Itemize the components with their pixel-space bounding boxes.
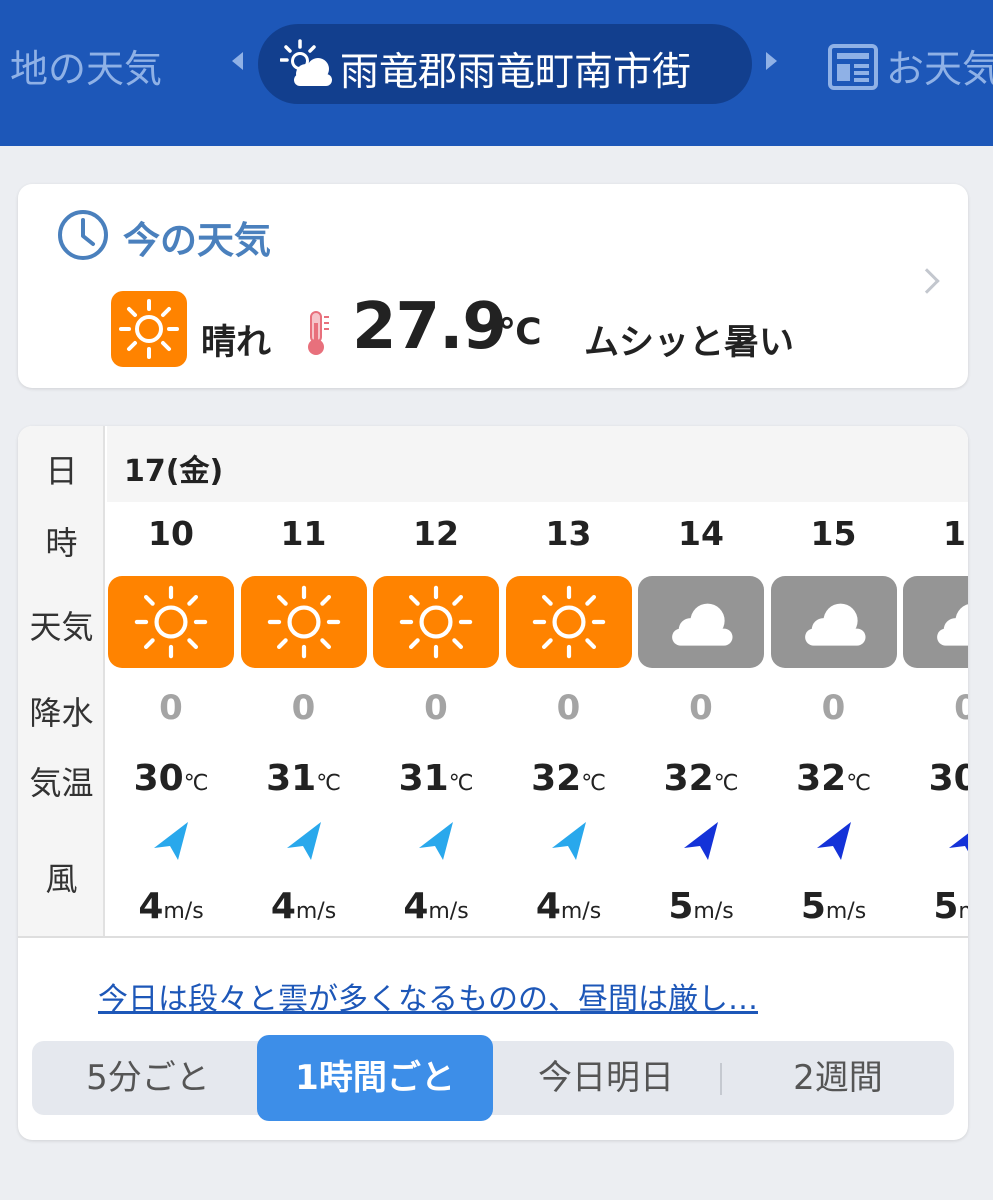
wind-direction-arrow-icon (419, 822, 453, 860)
hour-precip: 0 (689, 688, 713, 728)
hourly-forecast-card: 日 時 天気 降水 気温 風 17(金) 10 0 30℃ 4m/s 11 0 31℃ 4m/… (18, 426, 968, 1140)
thermometer-icon (308, 311, 329, 355)
hour-temp: 31℃ (266, 758, 341, 799)
sunny-icon (240, 576, 367, 668)
hour-time: 11 (280, 514, 327, 553)
current-location-pill[interactable]: 雨竜郡雨竜町南市街 (258, 24, 752, 104)
sunny-icon (505, 576, 632, 668)
label-day: 日 (45, 452, 78, 490)
wind-direction-arrow-icon (684, 822, 718, 860)
hour-precip: 0 (954, 688, 968, 728)
chevron-right-icon[interactable] (914, 268, 940, 294)
sunny-icon (111, 291, 187, 367)
hour-column: 12 0 31℃ 4m/s (373, 426, 499, 936)
hour-precip: 0 (159, 688, 183, 728)
newspaper-icon[interactable] (828, 44, 878, 90)
hour-time: 16 (943, 514, 968, 553)
current-weather-title: 今の天気 (123, 219, 271, 262)
wind-direction-arrow-icon (816, 822, 851, 860)
hour-column: 14 0 32℃ 5m/s (638, 426, 764, 936)
hour-precip: 0 (424, 688, 448, 728)
hour-wind: 4m/s (403, 886, 469, 927)
hour-time: 13 (545, 514, 592, 553)
label-wind: 風 (45, 860, 78, 898)
wind-direction-arrow-icon (154, 822, 188, 860)
row-labels: 日 時 天気 降水 気温 風 (18, 426, 105, 936)
tab-2weeks[interactable]: 2週間 (722, 1041, 954, 1115)
hour-wind: 5m/s (933, 886, 968, 927)
hour-temp: 31℃ (398, 758, 474, 799)
clock-icon (58, 210, 108, 260)
hour-temp: 32℃ (531, 758, 606, 799)
current-temperature: 27.9 (352, 290, 507, 364)
hour-time: 14 (678, 514, 724, 553)
top-header: 地の天気 雨竜郡雨竜町南市街 お天気 (0, 0, 993, 146)
hour-column: 13 0 32℃ 4m/s (505, 426, 632, 936)
current-condition: 晴れ (201, 323, 272, 363)
hour-column: 15 0 32℃ 5m/s (770, 426, 897, 936)
hour-column: 11 0 31℃ 4m/s (240, 426, 367, 936)
hour-time: 15 (810, 514, 857, 553)
next-arrow-icon[interactable] (766, 52, 777, 70)
hour-temp: 32℃ (663, 758, 739, 799)
hour-temp: 32℃ (796, 758, 871, 799)
interval-tabs: 5分ごと 1時間ごと 今日明日 2週間 (32, 1035, 954, 1121)
sunny-icon (373, 576, 499, 668)
label-precip: 降水 (29, 694, 94, 732)
hour-precip: 0 (821, 688, 846, 728)
hour-precip: 0 (556, 688, 581, 728)
current-temperature-unit: ℃ (498, 312, 542, 353)
cloudy-icon (770, 576, 897, 668)
sun-behind-cloud-icon (280, 39, 332, 86)
hour-time: 10 (148, 514, 194, 553)
current-weather-card[interactable]: 今の天気 晴れ 27.9 ℃ ムシッと暑い (18, 184, 968, 388)
prev-location-tab[interactable]: 地の天気 (10, 38, 162, 93)
label-weather: 天気 (29, 608, 94, 646)
hour-precip: 0 (291, 688, 316, 728)
wind-direction-arrow-icon (286, 822, 321, 860)
news-tab[interactable]: お天気 (886, 38, 993, 93)
label-temp: 気温 (29, 764, 94, 802)
cloudy-icon (638, 576, 764, 668)
hour-wind: 5m/s (800, 886, 867, 927)
wind-direction-arrow-icon (551, 822, 586, 860)
location-name: 雨竜郡雨竜町南市街 (340, 50, 692, 95)
hour-column: 16 0 30℃ 5m/s (903, 426, 968, 936)
hour-wind: 4m/s (535, 886, 602, 927)
hour-column: 10 0 30℃ 4m/s (108, 426, 234, 936)
feels-like-text: ムシッと暑い (584, 323, 795, 363)
grid-divider (18, 936, 968, 938)
sunny-icon (108, 576, 234, 668)
tab-5min[interactable]: 5分ごと (32, 1041, 264, 1115)
tab-hourly[interactable]: 1時間ごと (257, 1035, 493, 1121)
cloudy-icon (903, 576, 968, 668)
hour-time: 12 (413, 514, 459, 553)
hour-temp: 30℃ (133, 758, 209, 799)
hour-wind: 5m/s (668, 886, 734, 927)
forecast-summary-link[interactable]: 今日は段々と雲が多くなるものの、昼間は厳し… (98, 974, 758, 1018)
wind-direction-arrow-icon (949, 833, 968, 852)
hour-wind: 4m/s (270, 886, 337, 927)
hour-wind: 4m/s (138, 886, 204, 927)
tab-today-tomorrow[interactable]: 今日明日 (492, 1041, 720, 1115)
hour-temp: 30℃ (928, 758, 968, 799)
label-hour: 時 (45, 524, 78, 562)
prev-arrow-icon[interactable] (232, 52, 243, 70)
